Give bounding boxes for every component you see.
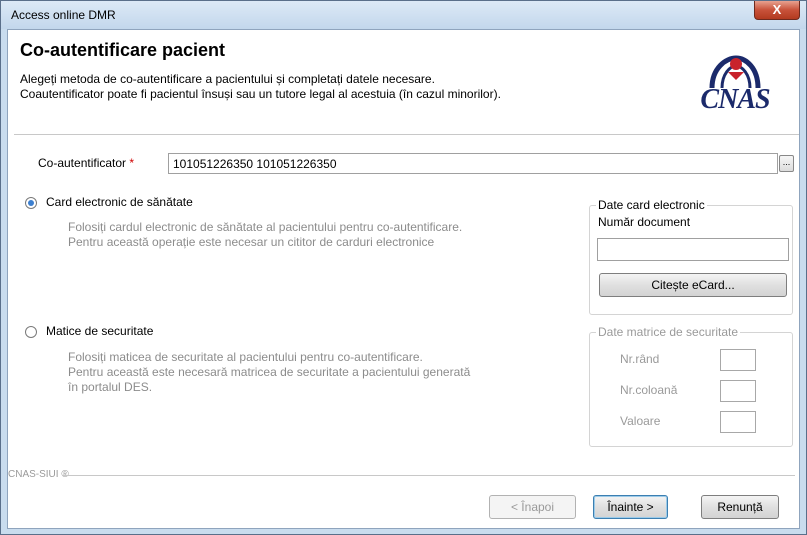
coauth-label: Co-autentificator * [38, 156, 135, 170]
window-title: Access online DMR [11, 8, 116, 22]
cnas-logo: CNAS [690, 54, 780, 115]
required-mark: * [129, 156, 135, 170]
footer-divider [62, 475, 795, 476]
back-button[interactable]: < Înapoi [489, 495, 576, 519]
column-number-label: Nr.coloană [620, 383, 678, 397]
title-bar[interactable]: Access online DMR X [1, 1, 806, 29]
card-desc-line-2: Pentru această operație este necesar un … [68, 235, 435, 249]
row-number-input[interactable] [720, 349, 756, 371]
header-divider [14, 134, 799, 135]
document-number-label: Număr document [598, 215, 691, 229]
dialog-window: Access online DMR X Co-autentificare pac… [0, 0, 807, 535]
matrix-group-legend: Date matrice de securitate [596, 325, 741, 339]
browse-button[interactable]: ... [779, 155, 794, 172]
footer-brand: CNAS-SIUI ® [8, 469, 69, 480]
next-button[interactable]: Înainte > [593, 495, 668, 519]
matrix-desc-line-3: în portalul DES. [68, 380, 153, 394]
document-number-input[interactable] [597, 238, 789, 261]
description-line-2: Coautentificator poate fi pacientul însu… [20, 87, 501, 101]
matrix-option-radio[interactable] [25, 326, 37, 338]
matrix-option-label[interactable]: Matice de securitate [46, 324, 153, 338]
read-ecard-button[interactable]: Citește eCard... [599, 273, 787, 297]
matrix-option-description: Folosiți maticea de securitate al pacien… [68, 350, 470, 395]
page-title: Co-autentificare pacient [20, 40, 226, 60]
column-number-input[interactable] [720, 380, 756, 402]
dialog-body: Co-autentificare pacient Alegeți metoda … [7, 29, 800, 529]
card-group-legend: Date card electronic [596, 198, 707, 212]
cancel-button[interactable]: Renunță [701, 495, 779, 519]
row-number-label: Nr.rând [620, 352, 660, 366]
header-panel: Co-autentificare pacient Alegeți metoda … [8, 30, 799, 130]
card-desc-line-1: Folosiți cardul electronic de sănătate a… [68, 220, 463, 234]
matrix-data-group: Date matrice de securitate Nr.rând Nr.co… [589, 325, 793, 447]
matrix-desc-line-1: Folosiți maticea de securitate al pacien… [68, 350, 423, 364]
card-data-group: Date card electronic Număr document Cite… [589, 198, 793, 315]
matrix-desc-line-2: Pentru această este necesară matricea de… [68, 365, 471, 379]
logo-text: CNAS [700, 84, 770, 115]
card-option-label[interactable]: Card electronic de sănătate [46, 195, 193, 209]
description-line-1: Alegeți metoda de co-autentificare a pac… [20, 72, 435, 86]
page-description: Alegeți metoda de co-autentificare a pac… [20, 72, 501, 102]
value-label: Valoare [620, 414, 661, 428]
card-option-radio[interactable] [25, 197, 37, 209]
card-option-description: Folosiți cardul electronic de sănătate a… [68, 220, 462, 250]
close-button[interactable]: X [754, 1, 800, 20]
value-input[interactable] [720, 411, 756, 433]
coauth-field[interactable]: 101051226350 101051226350 [168, 153, 778, 174]
